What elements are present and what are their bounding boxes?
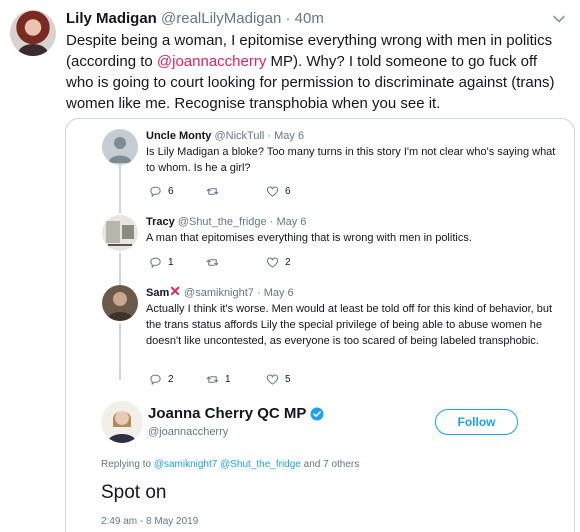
separator-dot: · bbox=[269, 216, 274, 228]
avatar-lily-madigan[interactable] bbox=[10, 10, 56, 56]
avatar-tracy[interactable] bbox=[102, 215, 138, 251]
retweet-icon bbox=[206, 376, 219, 383]
reply-author-handle[interactable]: @samiknight7 bbox=[184, 287, 254, 299]
thread-line bbox=[119, 323, 121, 380]
avatar-default[interactable] bbox=[102, 129, 138, 165]
reply-author-handle[interactable]: @NickTull bbox=[214, 130, 264, 142]
retweet-icon bbox=[206, 188, 219, 195]
retweet-icon bbox=[206, 259, 219, 266]
tweet-time[interactable]: 40m bbox=[295, 10, 324, 27]
reply-text: Actually I think it's worse. Men would a… bbox=[146, 303, 553, 347]
replying-user-link[interactable]: @samiknight7 bbox=[154, 459, 218, 470]
reply-date[interactable]: May 6 bbox=[274, 130, 304, 142]
reply-date[interactable]: May 6 bbox=[276, 216, 306, 228]
reply-text: Is Lily Madigan a bloke? Too many turns … bbox=[146, 146, 556, 174]
avatar-joanna-cherry[interactable] bbox=[101, 401, 143, 443]
separator-dot: · bbox=[256, 287, 261, 299]
reply-count: 2 bbox=[168, 374, 174, 385]
separator-dot: · bbox=[267, 130, 272, 142]
mention-link[interactable]: @joannaccherry bbox=[157, 53, 266, 70]
reply-icon bbox=[150, 186, 161, 198]
retweet-action[interactable]: 1 bbox=[206, 373, 231, 386]
like-count: 6 bbox=[285, 186, 291, 197]
reply-count: 1 bbox=[168, 257, 174, 268]
reply-icon bbox=[150, 374, 161, 386]
like-action[interactable]: 6 bbox=[266, 185, 291, 198]
reply-author-handle[interactable]: @Shut_the_fridge bbox=[178, 216, 267, 228]
like-icon bbox=[266, 257, 279, 268]
main-author-name[interactable]: Joanna Cherry QC MP bbox=[148, 405, 306, 422]
quoted-thread-card[interactable]: Uncle Monty @NickTull · May 6 Is Lily Ma… bbox=[65, 118, 575, 532]
author-name[interactable]: Lily Madigan bbox=[66, 10, 157, 27]
reply-action[interactable]: 6 bbox=[149, 185, 174, 198]
retweet-action[interactable] bbox=[206, 185, 225, 198]
reply-author-name[interactable]: Uncle Monty bbox=[146, 130, 211, 142]
like-action[interactable]: 2 bbox=[266, 256, 291, 269]
outer-tweet-header: Lily Madigan @realLilyMadigan · 40m bbox=[66, 10, 324, 28]
reply-author-name[interactable]: Sam bbox=[146, 287, 169, 299]
like-icon bbox=[266, 374, 279, 385]
main-author-handle[interactable]: @joannaccherry bbox=[148, 426, 228, 438]
like-count: 5 bbox=[285, 374, 291, 385]
thread-line bbox=[119, 163, 121, 213]
replying-suffix[interactable]: and 7 others bbox=[301, 459, 360, 470]
replying-prefix: Replying to bbox=[101, 459, 154, 470]
replying-user-link[interactable]: @Shut_the_fridge bbox=[220, 459, 301, 470]
reply-action[interactable]: 1 bbox=[149, 256, 174, 269]
replying-to-line: Replying to @samiknight7 @Shut_the_fridg… bbox=[101, 459, 359, 470]
like-count: 2 bbox=[285, 257, 291, 268]
reply-date[interactable]: May 6 bbox=[264, 287, 294, 299]
reply-author-name[interactable]: Tracy bbox=[146, 216, 175, 228]
follow-button[interactable]: Follow bbox=[435, 409, 518, 435]
reply-action[interactable]: 2 bbox=[149, 373, 174, 386]
separator-dot: · bbox=[285, 10, 291, 27]
author-handle[interactable]: @realLilyMadigan bbox=[161, 10, 281, 27]
main-author-name-row[interactable]: Joanna Cherry QC MP bbox=[148, 405, 324, 422]
verified-badge-icon bbox=[310, 407, 324, 420]
chevron-down-icon[interactable] bbox=[552, 12, 566, 26]
main-tweet-timestamp[interactable]: 2:49 am - 8 May 2019 bbox=[101, 516, 198, 527]
main-tweet-text: Spot on bbox=[101, 482, 167, 503]
retweet-count: 1 bbox=[225, 374, 231, 385]
outer-tweet: Lily Madigan @realLilyMadigan · 40m Desp… bbox=[0, 0, 580, 532]
reply-text: A man that epitomises everything that is… bbox=[146, 232, 472, 244]
reply-icon bbox=[150, 257, 161, 269]
like-action[interactable]: 5 bbox=[266, 373, 291, 386]
like-icon bbox=[266, 186, 279, 197]
thread-line bbox=[119, 253, 121, 285]
retweet-action[interactable] bbox=[206, 256, 225, 269]
red-cross-emoji: ✕ bbox=[169, 283, 181, 299]
avatar-sam[interactable] bbox=[102, 285, 138, 321]
outer-tweet-text: Despite being a woman, I epitomise every… bbox=[66, 30, 566, 114]
reply-count: 6 bbox=[168, 186, 174, 197]
